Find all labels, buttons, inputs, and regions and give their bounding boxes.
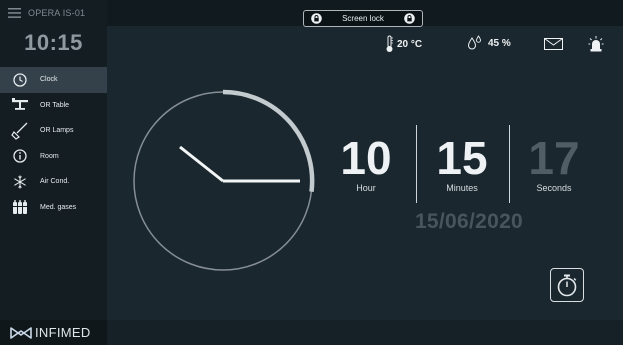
seconds-progress-arc: [222, 89, 315, 192]
time-divider: [509, 125, 510, 203]
lock-icon: [311, 13, 322, 24]
seconds-value: 17: [528, 132, 580, 184]
messages-button[interactable]: [544, 38, 563, 50]
thermometer-icon: [386, 35, 393, 52]
mail-icon: [544, 38, 563, 50]
screen-lock-button[interactable]: Screen lock: [303, 10, 423, 27]
alarm-button[interactable]: [588, 35, 604, 53]
sidebar-item-label: Med. gases: [40, 203, 77, 211]
alarm-light-icon: [588, 36, 604, 52]
sidebar: OPERA IS-01 10:15 Clock OR Table OR Lamp…: [0, 0, 107, 345]
hour-value: 10: [340, 132, 392, 184]
or-table-icon: [12, 98, 28, 111]
brand-name: INFIMED: [35, 325, 91, 340]
humidity-icon: [467, 35, 481, 50]
sidebar-item-label: Room: [40, 152, 59, 160]
sidebar-item-or-table[interactable]: OR Table: [0, 93, 107, 119]
humidity-status[interactable]: 45 %: [467, 35, 511, 51]
status-bar: 20 °C 45 %: [107, 26, 623, 68]
screen-lock-label: Screen lock: [342, 14, 384, 23]
infimed-logo-icon: [10, 326, 32, 339]
sidebar-item-label: OR Lamps: [40, 127, 74, 135]
temperature-status[interactable]: 20 °C: [385, 35, 422, 53]
time-divider: [416, 125, 417, 203]
sidebar-item-air-cond[interactable]: Air Cond.: [0, 169, 107, 195]
brand-bar: INFIMED: [0, 320, 107, 345]
clock-panel: 10 Hour 15 Minutes 17 Seconds 15/06/2020: [107, 68, 623, 320]
minutes-value: 15: [436, 132, 488, 184]
sidebar-item-label: OR Table: [40, 101, 70, 109]
device-name: OPERA IS-01: [28, 8, 86, 18]
hamburger-icon: [7, 8, 21, 18]
minutes-label: Minutes: [446, 183, 478, 193]
info-icon: [13, 149, 27, 163]
sidebar-item-med-gases[interactable]: Med. gases: [0, 195, 107, 221]
hour-hand: [179, 145, 224, 183]
sidebar-item-clock[interactable]: Clock: [0, 67, 107, 93]
hour-label: Hour: [356, 183, 376, 193]
date-display: 15/06/2020: [414, 210, 524, 233]
stopwatch-icon: [557, 274, 577, 297]
hamburger-menu-button[interactable]: [0, 0, 28, 26]
sidebar-item-room[interactable]: Room: [0, 144, 107, 170]
gas-cylinders-icon: [13, 200, 27, 215]
seconds-label: Seconds: [536, 183, 572, 193]
temperature-value: 20 °C: [397, 38, 423, 50]
sidebar-item-label: Air Cond.: [40, 178, 70, 186]
analog-clock: [133, 89, 315, 271]
stopwatch-button[interactable]: [550, 268, 584, 302]
hour-display: 10 Hour: [338, 135, 394, 235]
sidebar-item-or-lamps[interactable]: OR Lamps: [0, 118, 107, 144]
sidebar-header: OPERA IS-01: [0, 0, 107, 26]
snowflake-icon: [14, 175, 26, 189]
or-lamp-icon: [11, 122, 28, 140]
sidebar-time: 10:15: [24, 30, 83, 55]
sidebar-item-label: Clock: [40, 76, 58, 84]
lock-icon: [404, 13, 415, 24]
sidebar-nav: Clock OR Table OR Lamps Room Air Cond. M…: [0, 67, 107, 220]
humidity-value: 45 %: [488, 37, 511, 49]
footer-bar: [107, 320, 623, 345]
clock-icon: [13, 73, 27, 87]
